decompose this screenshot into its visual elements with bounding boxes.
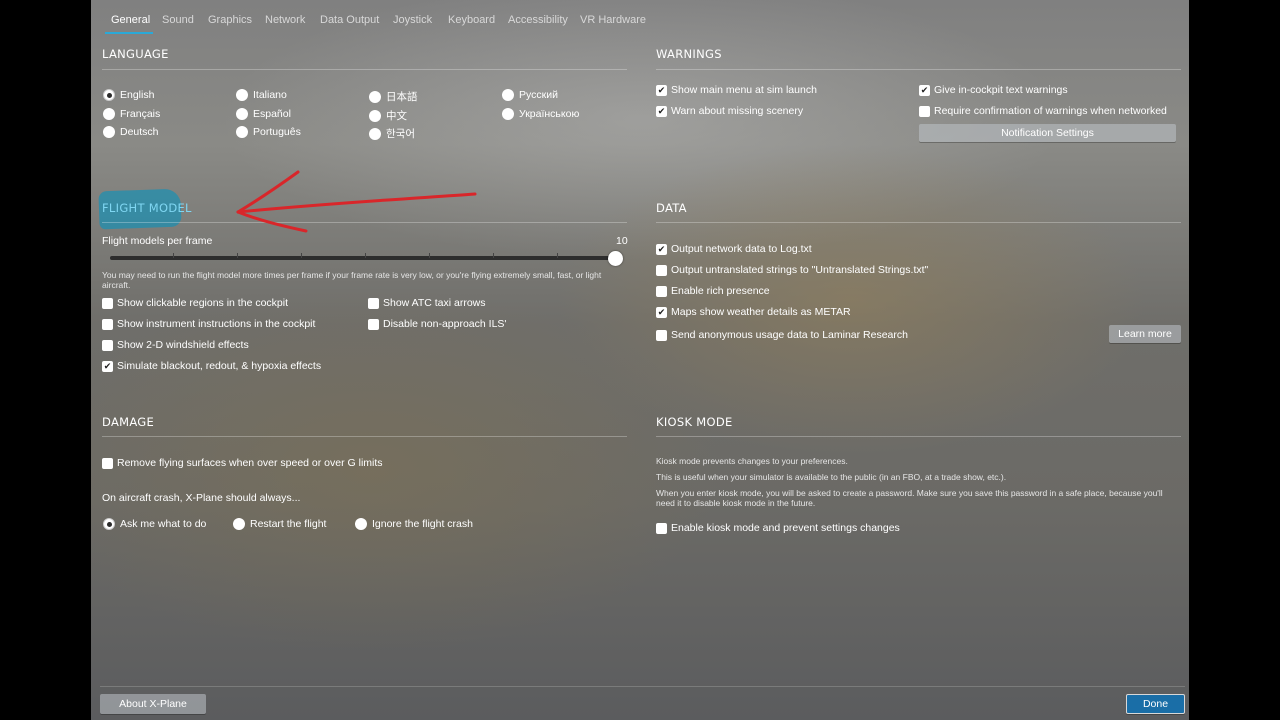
checkbox-icon[interactable] [102, 339, 113, 351]
data-network-log[interactable]: ✔ Output network data to Log.txt [656, 243, 812, 255]
checkbox-icon[interactable] [656, 329, 667, 341]
option-label: Restart the flight [250, 518, 327, 530]
damage-remove-surfaces[interactable]: Remove flying surfaces when over speed o… [102, 457, 383, 469]
option-label: Send anonymous usage data to Laminar Res… [671, 329, 908, 341]
slider-tick [173, 253, 174, 258]
kiosk-description-1: Kiosk mode prevents changes to your pref… [656, 456, 848, 466]
slider-tick [557, 253, 558, 258]
option-label: Disable non-approach ILS' [383, 318, 507, 330]
checkbox-icon[interactable] [102, 318, 113, 330]
option-label: Ignore the flight crash [372, 518, 473, 530]
radio-icon[interactable] [355, 518, 367, 530]
data-anonymous-usage[interactable]: Send anonymous usage data to Laminar Res… [656, 329, 908, 341]
data-heading: DATA [656, 201, 687, 215]
checkbox-checked-icon[interactable]: ✔ [656, 243, 667, 255]
fm-instrument-instructions[interactable]: Show instrument instructions in the cock… [102, 318, 315, 330]
flight-models-per-frame-value: 10 [616, 235, 628, 247]
fm-blackout-effects[interactable]: ✔ Simulate blackout, redout, & hypoxia ef… [102, 360, 321, 372]
crash-option-restart[interactable]: Restart the flight [233, 518, 326, 530]
checkbox-icon[interactable] [102, 297, 113, 309]
option-label: Enable rich presence [671, 285, 770, 297]
slider-tick [429, 253, 430, 258]
option-label: Show 2-D windshield effects [117, 339, 249, 351]
option-label: Show instrument instructions in the cock… [117, 318, 316, 330]
option-label: Enable kiosk mode and prevent settings c… [671, 522, 900, 534]
fm-atc-taxi-arrows[interactable]: Show ATC taxi arrows [368, 297, 486, 309]
checkbox-icon[interactable] [656, 285, 667, 297]
kiosk-divider [656, 436, 1181, 437]
slider-tick [237, 253, 238, 258]
checkbox-icon[interactable] [102, 457, 113, 469]
slider-knob[interactable] [608, 251, 623, 266]
crash-option-ask[interactable]: Ask me what to do [103, 518, 206, 530]
checkbox-icon[interactable] [368, 318, 379, 330]
footer-divider [100, 686, 1185, 687]
option-label: Maps show weather details as METAR [671, 306, 851, 318]
fm-windshield-effects[interactable]: Show 2-D windshield effects [102, 339, 249, 351]
data-untranslated-strings[interactable]: Output untranslated strings to "Untransl… [656, 264, 928, 276]
kiosk-description-2: This is useful when your simulator is av… [656, 472, 1007, 482]
option-label: Remove flying surfaces when over speed o… [117, 457, 383, 469]
slider-tick [365, 253, 366, 258]
option-label: Ask me what to do [120, 518, 207, 530]
option-label: Output network data to Log.txt [671, 243, 812, 255]
fm-clickable-regions[interactable]: Show clickable regions in the cockpit [102, 297, 288, 309]
checkbox-icon[interactable] [656, 522, 667, 534]
data-rich-presence[interactable]: Enable rich presence [656, 285, 770, 297]
kiosk-enable[interactable]: Enable kiosk mode and prevent settings c… [656, 522, 900, 534]
crash-option-ignore[interactable]: Ignore the flight crash [355, 518, 473, 530]
learn-more-button[interactable]: Learn more [1109, 325, 1181, 343]
kiosk-heading: KIOSK MODE [656, 415, 733, 429]
flight-models-per-frame-label: Flight models per frame [102, 235, 213, 247]
slider-tick [493, 253, 494, 258]
flight-model-hint: You may need to run the flight model mor… [102, 270, 602, 290]
damage-heading: DAMAGE [102, 415, 155, 429]
option-label: Output untranslated strings to "Untransl… [671, 264, 929, 276]
radio-selected-icon[interactable] [103, 518, 115, 530]
checkbox-icon[interactable] [656, 264, 667, 276]
radio-icon[interactable] [233, 518, 245, 530]
checkbox-icon[interactable] [368, 297, 379, 309]
done-button[interactable]: Done [1126, 694, 1185, 714]
option-label: Show ATC taxi arrows [383, 297, 486, 309]
data-divider [656, 222, 1181, 223]
checkbox-checked-icon[interactable]: ✔ [102, 360, 113, 372]
damage-divider [102, 436, 627, 437]
fm-disable-ils[interactable]: Disable non-approach ILS' [368, 318, 506, 330]
data-metar[interactable]: ✔ Maps show weather details as METAR [656, 306, 851, 318]
option-label: Simulate blackout, redout, & hypoxia eff… [117, 360, 322, 372]
crash-prompt: On aircraft crash, X-Plane should always… [102, 492, 301, 504]
kiosk-description-3: When you enter kiosk mode, you will be a… [656, 488, 1163, 508]
option-label: Show clickable regions in the cockpit [117, 297, 289, 309]
about-xplane-button[interactable]: About X-Plane [100, 694, 206, 714]
flight-models-slider[interactable] [110, 256, 615, 260]
slider-tick [301, 253, 302, 258]
checkbox-checked-icon[interactable]: ✔ [656, 306, 667, 318]
